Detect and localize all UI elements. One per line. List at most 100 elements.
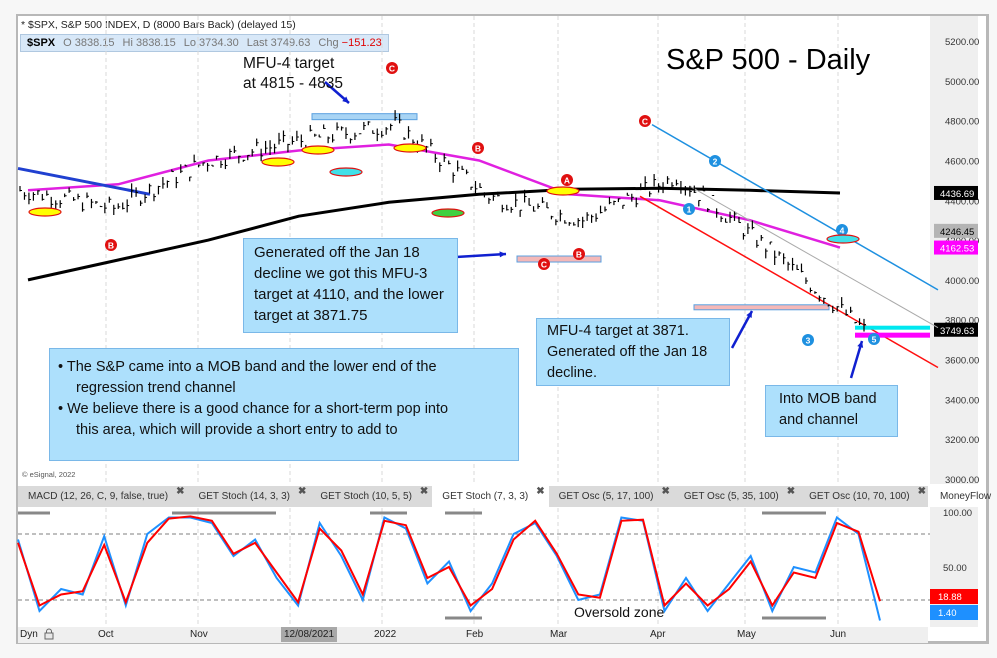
chart-title: S&P 500 - Daily <box>666 44 871 76</box>
mob-band-upper <box>855 325 930 330</box>
note-line: and channel <box>779 412 859 428</box>
bullet-text: The S&P came into a MOB band and the low… <box>66 359 437 375</box>
osc-badge-label: 1.40 <box>938 608 957 619</box>
note-line: target at 3871.75 <box>254 307 368 324</box>
wave-marker-1-label: 1 <box>687 205 692 215</box>
bullet-item: this area, which will provide a short en… <box>58 420 510 441</box>
wave-marker-5-label: 5 <box>872 335 877 345</box>
wave-ellipse <box>546 186 580 196</box>
bullet-item: • The S&P came into a MOB band and the l… <box>58 359 437 375</box>
bullet-text: regression trend channel <box>76 380 236 396</box>
close-tab-icon[interactable]: ✖ <box>536 486 544 497</box>
close-tab-icon[interactable]: ✖ <box>176 486 184 497</box>
mfu3-target-band <box>516 255 602 263</box>
price-tick-label: 3200.00 <box>945 435 979 446</box>
note-line: Into MOB band <box>779 391 877 407</box>
close-tab-icon[interactable]: ✖ <box>298 486 306 497</box>
mfu4-lower-target-band <box>693 304 830 311</box>
close-tab-icon[interactable]: ✖ <box>420 486 428 497</box>
note-mfu3: Generated off the Jan 18 decline we got … <box>243 238 458 333</box>
indicator-tab-label: GET Stoch (14, 3, 3) <box>198 491 290 502</box>
mfu4-target-label: MFU-4 target at 4815 - 4835 <box>243 55 343 92</box>
indicator-tabs: MACD (12, 26, C, 9, false, true) ✖ GET Sto… <box>18 486 991 507</box>
arrow-to-mfu4-lower <box>730 310 754 349</box>
date-label: Mar <box>550 629 568 640</box>
wave-marker-3-label: 3 <box>806 336 811 346</box>
note-line: decline. <box>547 365 597 381</box>
date-label: Jun <box>830 629 847 640</box>
indicator-tab-label: GET Stoch (10, 5, 5) <box>320 491 412 502</box>
close-tab-icon[interactable]: ✖ <box>787 486 795 497</box>
price-tick-label: 3400.00 <box>945 395 979 406</box>
arrow-to-mfu3-head <box>499 251 506 258</box>
mfu4-upper-target-band <box>311 113 418 121</box>
date-label: Oct <box>98 629 114 640</box>
indicator-tab[interactable]: GET Stoch (10, 5, 5) ✖ <box>310 486 432 507</box>
indicator-tab[interactable]: GET Osc (5, 17, 100) ✖ <box>549 486 674 507</box>
wave-ellipse <box>393 143 427 153</box>
date-label: Feb <box>466 629 484 640</box>
dyn-label[interactable]: Dyn <box>20 629 38 640</box>
price-tick-label: 3000.00 <box>945 475 979 486</box>
indicator-tab[interactable]: GET Osc (5, 35, 100) ✖ <box>674 486 799 507</box>
price-tick-label: 4600.00 <box>945 156 979 167</box>
indicator-tab-label: GET Osc (5, 35, 100) <box>683 491 779 502</box>
price-tick-label: 3600.00 <box>945 356 979 367</box>
copyright: © eSignal, 2022 <box>22 470 76 479</box>
indicator-tab-label: GET Osc (5, 17, 100) <box>558 491 654 502</box>
wave-marker-b-label: B <box>576 250 582 260</box>
indicator-tab-label: MoneyFlow <box>939 491 992 502</box>
note-bullets: • The S&P came into a MOB band and the l… <box>49 348 519 461</box>
wave-marker-c-label: C <box>389 64 395 74</box>
wave-marker-2-label: 2 <box>713 157 718 167</box>
wave-ellipse <box>301 145 335 155</box>
bullet-text: this area, which will provide a short en… <box>76 422 398 438</box>
wave-ellipse <box>28 207 62 217</box>
price-chart[interactable]: 5200.005000.004800.004600.004400.004200.… <box>0 0 997 658</box>
note-mfu4: MFU-4 target at 3871. Generated off the … <box>536 318 730 386</box>
note-line: Generated off the Jan 18 <box>547 344 708 360</box>
price-tick-label: 4000.00 <box>945 276 979 287</box>
close-tab-icon[interactable]: ✖ <box>662 486 670 497</box>
indicator-tab-label: GET Stoch (7, 3, 3) <box>442 491 529 502</box>
osc-badge-label: 18.88 <box>938 592 962 603</box>
indicator-tab[interactable]: GET Stoch (7, 3, 3) ✖ <box>432 486 549 507</box>
indicator-tab[interactable]: GET Stoch (14, 3, 3) ✖ <box>188 486 310 507</box>
wave-ellipse <box>826 234 860 244</box>
indicator-tab[interactable]: GET Osc (10, 70, 100) ✖ <box>799 486 930 507</box>
note-line: target at 4110, and the lower <box>254 286 444 303</box>
bullet-text: We believe there is a good chance for a … <box>67 401 449 417</box>
price-tick-label: 5200.00 <box>945 37 979 48</box>
date-label: Nov <box>190 629 208 640</box>
date-label-cursor: 12/08/2021 <box>281 627 338 642</box>
date-label: 2022 <box>374 629 397 640</box>
wave-marker-c-label: C <box>642 117 648 127</box>
note-line: MFU-4 target at 3871. <box>547 323 689 339</box>
arrow-to-mfu3 <box>455 252 507 259</box>
osc-tick-label: 100.00 <box>943 508 972 519</box>
price-badge-label: 4162.53 <box>940 244 974 255</box>
bullet-item: • We believe there is a good chance for … <box>58 401 449 417</box>
note-line: Generated off the Jan 18 <box>254 244 420 261</box>
price-badge-label: 4436.69 <box>940 189 974 200</box>
wave-marker-b-label: B <box>475 144 481 154</box>
wave-ellipse <box>261 157 295 167</box>
date-label: May <box>737 629 756 640</box>
indicator-tab[interactable]: MoneyFlow✖ <box>930 486 997 507</box>
price-badge-label: 4246.45 <box>940 227 974 238</box>
price-tick-label: 4800.00 <box>945 117 979 128</box>
note-line: decline we got this MFU-3 <box>254 265 428 282</box>
price-tick-label: 5000.00 <box>945 77 979 88</box>
wave-ellipse <box>431 208 465 218</box>
date-axis[interactable]: Dyn Oct Nov 12/08/2021 2022 Feb Mar Apr … <box>18 627 928 643</box>
wave-marker-4-label: 4 <box>840 226 845 236</box>
bullet-item: regression trend channel <box>58 378 510 399</box>
lock-icon[interactable] <box>44 628 54 640</box>
oversold-label: Oversold zone <box>574 604 665 620</box>
wave-ellipse <box>329 167 363 177</box>
indicator-tab-label: GET Osc (10, 70, 100) <box>809 491 910 502</box>
indicator-tab[interactable]: MACD (12, 26, C, 9, false, true) ✖ <box>18 486 188 507</box>
osc-tick-label: 50.00 <box>943 563 967 574</box>
wave-marker-a-label: A <box>564 176 570 186</box>
close-tab-icon[interactable]: ✖ <box>918 486 926 497</box>
